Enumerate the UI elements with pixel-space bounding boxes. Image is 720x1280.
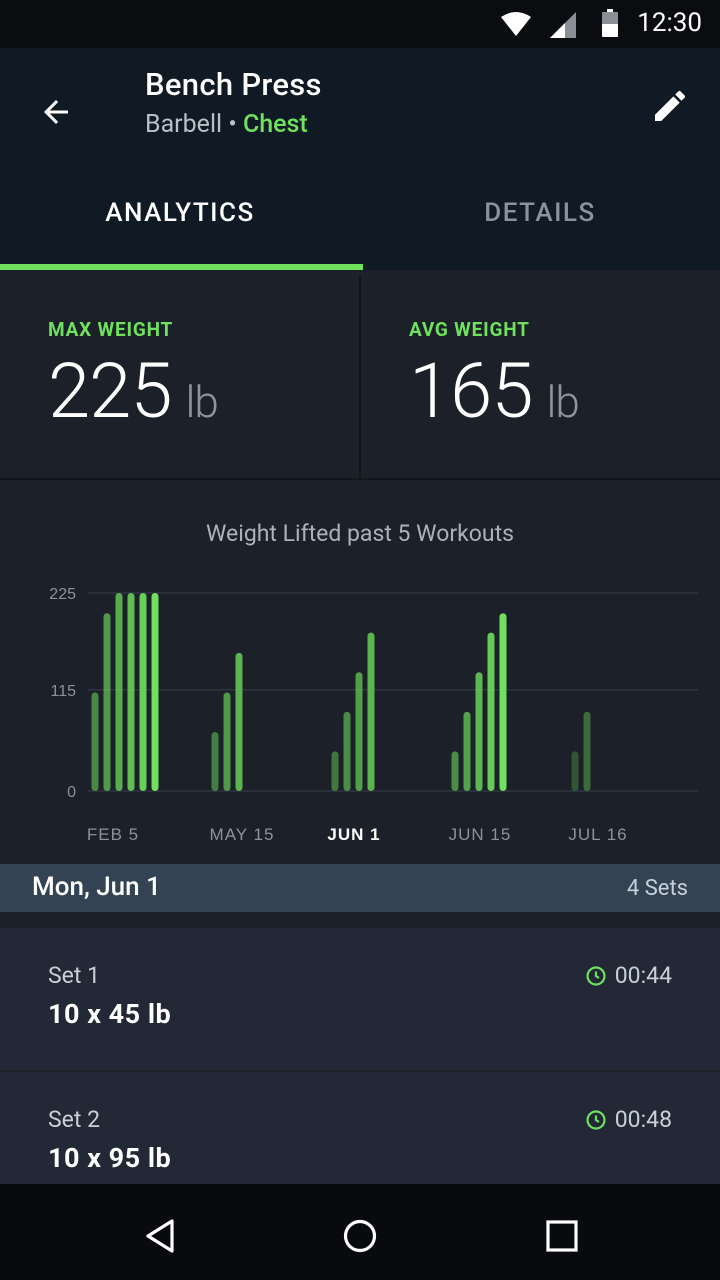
set-detail: 10 x 95 lb	[48, 1142, 172, 1174]
status-time: 12:30	[637, 8, 702, 38]
avg-weight-card: AVG WEIGHT 165 lb	[361, 270, 719, 480]
day-set-count: 4 Sets	[626, 876, 688, 901]
chart-bar	[475, 672, 483, 791]
list-item[interactable]: Set 1 10 x 45 lb 00:44	[0, 928, 720, 1070]
app-bar: Bench Press Barbell • Chest ANALYTICS DE…	[0, 48, 720, 270]
max-weight-value: 225	[48, 346, 172, 436]
set-name: Set 2	[48, 1106, 101, 1133]
arrow-back-icon	[44, 100, 68, 124]
pencil-icon	[655, 90, 686, 121]
max-weight-unit: lb	[185, 376, 218, 428]
chart-x-tick-label[interactable]: JUN 1	[327, 825, 380, 844]
set-time: 00:44	[585, 962, 672, 989]
clock-icon	[586, 965, 606, 986]
chart-bar	[211, 732, 219, 791]
set-time-value: 00:48	[614, 1106, 672, 1133]
exercise-subtitle: Barbell • Chest	[145, 110, 308, 139]
nav-recents-button[interactable]	[534, 1208, 590, 1264]
chart-bar	[103, 613, 111, 791]
square-recents-icon	[546, 1220, 578, 1252]
chart-bar	[151, 593, 159, 791]
avg-weight-unit: lb	[546, 376, 579, 428]
chart-bar	[571, 751, 579, 791]
chart-bar	[331, 751, 339, 791]
avg-weight-label: AVG WEIGHT	[409, 318, 530, 341]
navigation-bar	[0, 1184, 720, 1280]
weight-chart: 225 115 0 FEB 5 MAY 15 JUN 1 JUN 15 JUL 16	[49, 586, 698, 844]
chart-x-tick-label[interactable]: MAY 15	[210, 825, 275, 844]
chart-bar	[499, 613, 507, 791]
set-time: 00:48	[585, 1106, 672, 1133]
avg-weight-value: 165	[409, 346, 533, 436]
chart-bar	[367, 632, 375, 791]
chart-bar	[91, 692, 99, 791]
chart-y-tick-label: 115	[50, 683, 76, 700]
clock-icon	[586, 1109, 606, 1130]
chart-bar	[451, 751, 459, 791]
max-weight-card: MAX WEIGHT 225 lb	[0, 270, 358, 480]
circle-home-icon	[343, 1219, 377, 1253]
stats-panel: MAX WEIGHT 225 lb AVG WEIGHT 165 lb	[0, 270, 720, 480]
signal-icon	[550, 12, 576, 38]
wifi-icon	[501, 12, 531, 36]
status-bar: 12:30	[0, 0, 720, 48]
set-list: Set 1 10 x 45 lb 00:44 Set 2 10 x 95 lb …	[0, 912, 720, 1184]
avg-weight-value-row: 165 lb	[409, 346, 580, 436]
chart-x-tick-label[interactable]: FEB 5	[87, 825, 139, 844]
chart-x-tick-label[interactable]: JUL 16	[568, 825, 627, 844]
nav-home-button[interactable]	[332, 1208, 388, 1264]
day-date: Mon, Jun 1	[32, 872, 161, 902]
subtitle-separator: •	[228, 110, 237, 139]
tab-analytics[interactable]: ANALYTICS	[0, 198, 360, 228]
set-time-value: 00:44	[614, 962, 672, 989]
chart-bar	[139, 593, 147, 791]
max-weight-label: MAX WEIGHT	[48, 318, 174, 341]
triangle-back-icon	[146, 1219, 174, 1253]
chart-bar	[127, 593, 135, 791]
chart-bar	[235, 652, 243, 791]
equipment-label: Barbell	[145, 110, 223, 139]
exercise-title: Bench Press	[145, 66, 322, 103]
chart-bar	[343, 711, 351, 791]
tab-details[interactable]: DETAILS	[360, 198, 720, 228]
chart-bar	[223, 692, 231, 791]
nav-back-button[interactable]	[132, 1208, 188, 1264]
set-detail: 10 x 45 lb	[48, 998, 172, 1030]
chart-panel: Weight Lifted past 5 Workouts 225 115 0 FEB…	[0, 480, 720, 864]
max-weight-value-row: 225 lb	[48, 346, 219, 436]
chart-bar	[355, 672, 363, 791]
set-name: Set 1	[48, 962, 101, 989]
category-label: Chest	[242, 110, 308, 139]
chart-bar	[463, 711, 471, 791]
chart-bar	[487, 632, 495, 791]
battery-icon	[602, 9, 618, 37]
back-button[interactable]	[28, 84, 84, 140]
chart-y-tick-label: 0	[67, 784, 76, 801]
chart-x-tick-label[interactable]: JUN 15	[449, 825, 512, 844]
chart-bar	[115, 593, 123, 791]
chart-y-tick-label: 225	[49, 586, 76, 603]
list-item[interactable]: Set 2 10 x 95 lb 00:48	[0, 1072, 720, 1184]
edit-button[interactable]	[642, 78, 698, 134]
chart-bar	[583, 711, 591, 791]
day-header: Mon, Jun 1 4 Sets	[0, 864, 720, 912]
